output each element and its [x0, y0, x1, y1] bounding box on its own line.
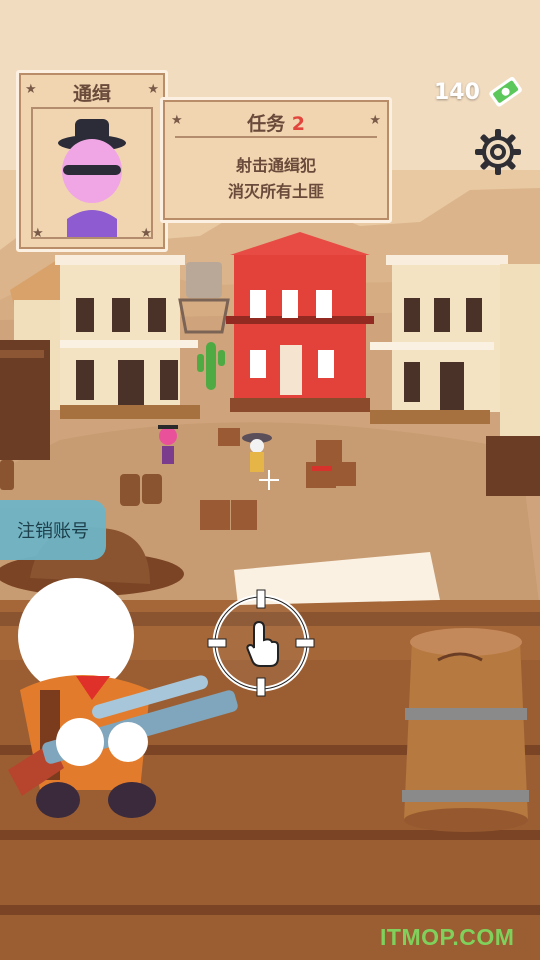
red-saloon-building: [226, 232, 374, 412]
mission-number: 2: [291, 113, 305, 135]
star-icon: ★: [25, 82, 37, 97]
wanted-target-portrait: [58, 119, 126, 237]
star-icon: ★: [140, 226, 152, 241]
star-icon: ★: [147, 82, 159, 97]
wanted-poster: 通缉 ★ ★ ★ ★: [16, 70, 168, 252]
mission-panel: ★ ★ 任务 2 射击通缉犯 消灭所有土匪: [160, 97, 392, 223]
wanted-portrait-frame: ★ ★: [31, 107, 153, 241]
mission-divider: [175, 136, 377, 138]
watermark: ITMOP.COM: [380, 924, 515, 950]
cash-stack-icon: [489, 76, 522, 107]
gear-icon[interactable]: [472, 126, 524, 178]
wanted-poster-title: 通缉: [72, 83, 111, 105]
mission-label: 任务: [247, 113, 286, 135]
star-icon: ★: [32, 226, 44, 241]
deregister-account-button[interactable]: 注销账号: [0, 500, 106, 560]
foreground-barrel: [402, 628, 529, 832]
mission-title: 任务 2: [163, 109, 389, 136]
mission-objective-1: 射击通缉犯: [235, 156, 316, 175]
crosshair-icon: [259, 470, 279, 490]
mission-objective-2: 消灭所有土匪: [227, 182, 324, 201]
cash-amount: 140: [434, 80, 480, 105]
scope-reticle-icon[interactable]: [206, 588, 316, 698]
